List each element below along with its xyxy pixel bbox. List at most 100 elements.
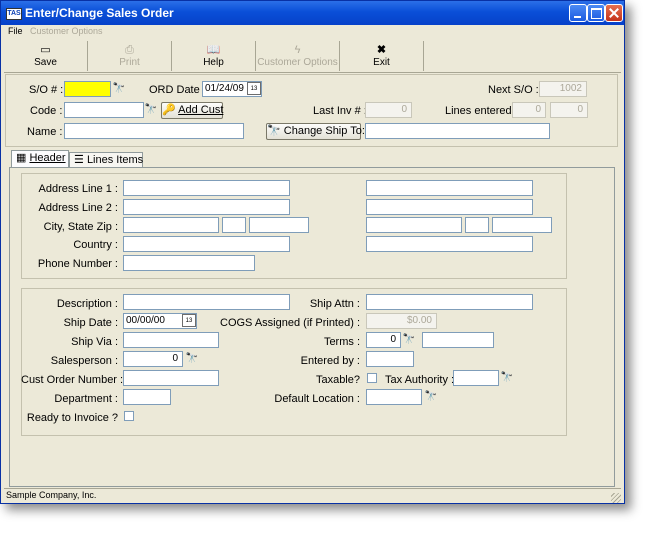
cust-order-number-label: Cust Order Number : bbox=[21, 374, 124, 386]
code-input[interactable] bbox=[64, 102, 144, 118]
app-icon: TAS bbox=[6, 8, 22, 20]
ship-attn-label: Ship Attn : bbox=[309, 298, 360, 310]
ship-to-input[interactable] bbox=[365, 123, 550, 139]
ship-zip-input[interactable] bbox=[492, 217, 552, 233]
terms-description-input[interactable] bbox=[422, 332, 494, 348]
header-tab-icon: ▦ bbox=[16, 152, 27, 164]
department-label: Department : bbox=[54, 393, 118, 405]
last-inv-label: Last Inv # : bbox=[313, 105, 367, 117]
ship-date-calendar-icon[interactable]: 13 bbox=[182, 314, 196, 327]
cogs-assigned-input: $0.00 bbox=[366, 313, 437, 329]
salesperson-lookup-binoculars-icon[interactable]: 🔭 bbox=[184, 351, 200, 367]
cogs-assigned-label: COGS Assigned (if Printed) : bbox=[220, 317, 360, 329]
lines-entered-total-input: 0 bbox=[550, 102, 588, 118]
save-button[interactable]: ▭ Save bbox=[4, 41, 88, 71]
ship-city-input[interactable] bbox=[366, 217, 462, 233]
floppy-icon: ▭ bbox=[40, 44, 51, 56]
list-icon: ☰ bbox=[74, 154, 84, 166]
customer-options-button[interactable]: ϟ Customer Options bbox=[256, 41, 340, 71]
department-input[interactable] bbox=[123, 389, 171, 405]
salesperson-label: Salesperson : bbox=[50, 355, 118, 367]
terms-lookup-binoculars-icon[interactable]: 🔭 bbox=[401, 332, 417, 348]
tab-header-label: Header bbox=[29, 152, 66, 164]
x-icon: ✖ bbox=[376, 44, 387, 56]
minimize-button[interactable] bbox=[569, 4, 587, 22]
key-icon: 🔑 bbox=[162, 104, 176, 116]
save-label: Save bbox=[34, 57, 57, 68]
toolbar: ▭ Save ⎙ Print 📖 Help ϟ Customer Options… bbox=[4, 41, 621, 72]
terms-label: Terms : bbox=[323, 336, 360, 348]
change-ship-to-button[interactable]: 🔭 Change Ship To: bbox=[266, 123, 365, 140]
resize-grip[interactable] bbox=[611, 493, 621, 503]
tax-authority-input[interactable] bbox=[453, 370, 499, 386]
next-so-label: Next S/O : bbox=[488, 84, 539, 96]
help-label: Help bbox=[203, 57, 224, 68]
toolbar-divider bbox=[4, 72, 621, 73]
address-line1-label: Address Line 1 : bbox=[38, 183, 119, 195]
default-location-lookup-binoculars-icon[interactable]: 🔭 bbox=[423, 389, 439, 405]
ready-to-invoice-checkbox[interactable] bbox=[124, 411, 134, 421]
entered-by-input[interactable] bbox=[366, 351, 414, 367]
menu-customer-options[interactable]: Customer Options bbox=[30, 26, 103, 36]
maximize-button[interactable] bbox=[587, 4, 605, 22]
title-bar: TAS Enter/Change Sales Order bbox=[1, 1, 624, 25]
ready-to-invoice-label: Ready to Invoice ? bbox=[26, 412, 118, 424]
print-label: Print bbox=[119, 57, 140, 68]
so-lookup-binoculars-icon[interactable]: 🔭 bbox=[111, 81, 127, 97]
salesperson-input[interactable]: 0 bbox=[123, 351, 183, 367]
bill-state-input[interactable] bbox=[222, 217, 246, 233]
window-title: Enter/Change Sales Order bbox=[25, 6, 174, 20]
tab-line-items-label: Lines Items bbox=[86, 154, 144, 166]
name-input[interactable] bbox=[64, 123, 244, 139]
ship-address-line2-input[interactable] bbox=[366, 199, 533, 215]
lines-entered-input: 0 bbox=[512, 102, 546, 118]
exit-label: Exit bbox=[373, 57, 390, 68]
ship-date-label: Ship Date : bbox=[63, 317, 118, 329]
bill-zip-input[interactable] bbox=[249, 217, 309, 233]
cust-order-number-input[interactable] bbox=[123, 370, 219, 386]
bill-address-line1-input[interactable] bbox=[123, 180, 290, 196]
tax-authority-lookup-binoculars-icon[interactable]: 🔭 bbox=[499, 370, 515, 386]
change-ship-to-label: Change Ship To: bbox=[283, 125, 365, 137]
ship-state-input[interactable] bbox=[465, 217, 489, 233]
default-location-input[interactable] bbox=[366, 389, 422, 405]
bill-address-line2-input[interactable] bbox=[123, 199, 290, 215]
ship-address-line1-input[interactable] bbox=[366, 180, 533, 196]
next-so-input: 1002 bbox=[539, 81, 587, 97]
terms-input[interactable]: 0 bbox=[366, 332, 401, 348]
ship-attn-input[interactable] bbox=[366, 294, 533, 310]
menu-bar: File Customer Options bbox=[4, 25, 621, 39]
bill-city-input[interactable] bbox=[123, 217, 219, 233]
close-button[interactable] bbox=[605, 4, 623, 22]
taxable-checkbox[interactable] bbox=[367, 373, 377, 383]
address-line2-label: Address Line 2 : bbox=[38, 202, 119, 214]
tab-line-items[interactable]: ☰ Lines Items bbox=[69, 152, 143, 168]
help-button[interactable]: 📖 Help bbox=[172, 41, 256, 71]
lines-entered-label: Lines entered : bbox=[445, 105, 518, 117]
sales-order-window: TAS Enter/Change Sales Order File Custom… bbox=[0, 0, 625, 504]
code-lookup-binoculars-icon[interactable]: 🔭 bbox=[143, 102, 159, 118]
so-number-label: S/O # : bbox=[29, 84, 64, 96]
city-state-zip-label: City, State Zip : bbox=[43, 221, 118, 233]
so-number-input[interactable] bbox=[64, 81, 111, 97]
taxable-label: Taxable? bbox=[315, 374, 360, 386]
print-button[interactable]: ⎙ Print bbox=[88, 41, 172, 71]
last-inv-input: 0 bbox=[365, 102, 412, 118]
ship-via-input[interactable] bbox=[123, 332, 219, 348]
phone-number-label: Phone Number : bbox=[37, 258, 118, 270]
ship-country-input[interactable] bbox=[366, 236, 533, 252]
ord-date-label: ORD Date : bbox=[149, 84, 206, 96]
exit-button[interactable]: ✖ Exit bbox=[340, 41, 424, 71]
ord-date-calendar-icon[interactable]: 13 bbox=[247, 82, 261, 95]
lightning-icon: ϟ bbox=[294, 44, 301, 56]
add-cust-button[interactable]: 🔑 Add Cust bbox=[161, 102, 223, 119]
tab-header[interactable]: ▦ Header bbox=[11, 150, 69, 168]
menu-file[interactable]: File bbox=[8, 26, 23, 36]
binoculars-icon: 🔭 bbox=[267, 125, 281, 137]
printer-icon: ⎙ bbox=[125, 44, 134, 56]
default-location-label: Default Location : bbox=[274, 393, 360, 405]
phone-number-input[interactable] bbox=[123, 255, 255, 271]
country-label: Country : bbox=[73, 239, 118, 251]
bill-country-input[interactable] bbox=[123, 236, 290, 252]
customer-options-label: Customer Options bbox=[257, 57, 338, 68]
